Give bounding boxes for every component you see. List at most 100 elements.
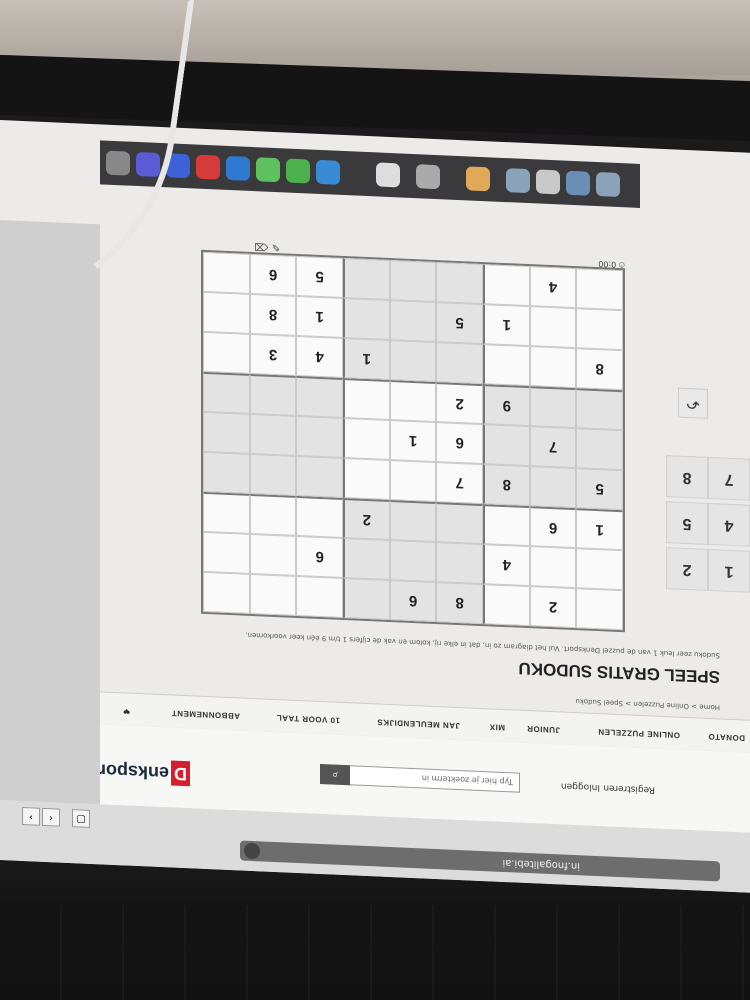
nav-item-mix[interactable]: MIX xyxy=(489,722,505,732)
sudoku-cell-r4c4[interactable]: 7 xyxy=(436,462,483,505)
sudoku-cell-r5c3[interactable] xyxy=(483,424,530,467)
key-2[interactable]: 2 xyxy=(666,547,708,591)
app-icon[interactable] xyxy=(566,170,590,196)
sudoku-cell-r4c3[interactable]: 8 xyxy=(483,464,530,507)
sudoku-cell-r6c5[interactable] xyxy=(389,380,437,423)
notes-icon[interactable] xyxy=(466,166,490,192)
sudoku-cell-r6c4[interactable]: 2 xyxy=(436,382,483,425)
heart-icon[interactable]: ❤ xyxy=(123,706,130,715)
sudoku-cell-r3c4[interactable] xyxy=(436,502,483,545)
sudoku-cell-r2c7[interactable]: 6 xyxy=(296,535,343,578)
sudoku-cell-r3c7[interactable] xyxy=(296,495,343,538)
sudoku-cell-r7c1[interactable]: 8 xyxy=(576,348,623,391)
sudoku-cell-r6c3[interactable]: 9 xyxy=(483,384,530,427)
sudoku-cell-r9c8[interactable]: 6 xyxy=(249,253,297,296)
nav-item-10-voor-taal[interactable]: 10 VOOR TAAL xyxy=(276,713,340,725)
sudoku-cell-r4c5[interactable] xyxy=(389,460,437,503)
sudoku-cell-r5c1[interactable] xyxy=(576,428,623,471)
sudoku-cell-r8c5[interactable] xyxy=(389,300,437,343)
folder-icon[interactable] xyxy=(596,172,620,198)
sudoku-cell-r6c9[interactable] xyxy=(203,371,250,414)
sudoku-cell-r7c2[interactable] xyxy=(529,346,577,389)
messages-icon[interactable] xyxy=(286,158,310,184)
sudoku-cell-r5c7[interactable] xyxy=(296,415,343,458)
sudoku-cell-r8c8[interactable]: 8 xyxy=(249,293,297,336)
sudoku-cell-r8c7[interactable]: 1 xyxy=(296,295,343,338)
sudoku-cell-r3c2[interactable]: 6 xyxy=(529,506,577,549)
sudoku-cell-r2c9[interactable] xyxy=(203,531,250,574)
sudoku-cell-r3c3[interactable] xyxy=(483,504,530,547)
sudoku-cell-r6c1[interactable] xyxy=(576,388,623,431)
denksport-logo[interactable]: Denksport xyxy=(93,757,190,787)
sidebar-button[interactable]: ▢ xyxy=(72,809,90,828)
sudoku-cell-r8c1[interactable] xyxy=(576,308,623,351)
sudoku-cell-r5c6[interactable] xyxy=(343,417,390,461)
sudoku-cell-r7c4[interactable] xyxy=(436,342,483,385)
sudoku-cell-r7c5[interactable] xyxy=(389,340,437,383)
sudoku-cell-r8c6[interactable] xyxy=(343,297,390,341)
sudoku-cell-r8c2[interactable] xyxy=(529,306,577,349)
sudoku-cell-r5c5[interactable]: 1 xyxy=(389,420,437,463)
sudoku-cell-r9c4[interactable] xyxy=(436,262,483,305)
back-button[interactable]: ‹ xyxy=(42,807,60,827)
sudoku-cell-r7c7[interactable]: 4 xyxy=(296,335,343,378)
login-link[interactable]: Inloggen xyxy=(561,780,600,792)
undo-button[interactable]: ↶ xyxy=(678,387,708,419)
nav-item-abonnement[interactable]: ABBONNEMENT xyxy=(171,708,240,720)
facetime-icon[interactable] xyxy=(256,157,280,183)
key-5[interactable]: 5 xyxy=(666,501,708,545)
eraser-icon[interactable]: ⌫ xyxy=(254,240,268,252)
sudoku-cell-r4c6[interactable] xyxy=(343,457,390,501)
search-input[interactable]: Typ hier je zoekterm in xyxy=(320,763,520,793)
sudoku-cell-r9c9[interactable] xyxy=(203,251,250,294)
sudoku-cell-r8c9[interactable] xyxy=(203,291,250,334)
sudoku-cell-r7c9[interactable] xyxy=(203,331,250,374)
sudoku-cell-r4c1[interactable]: 5 xyxy=(576,468,623,511)
sudoku-cell-r7c6[interactable]: 1 xyxy=(343,337,390,381)
sudoku-cell-r2c3[interactable]: 4 xyxy=(483,544,530,587)
sudoku-cell-r8c4[interactable]: 5 xyxy=(436,302,483,345)
nav-item-online-puzzelen[interactable]: ONLINE PUZZELEN xyxy=(598,727,680,740)
sudoku-cell-r3c6[interactable]: 2 xyxy=(343,497,390,541)
sudoku-cell-r1c9[interactable] xyxy=(203,571,250,614)
sudoku-cell-r3c1[interactable]: 1 xyxy=(576,508,623,551)
sudoku-cell-r9c2[interactable]: 4 xyxy=(529,266,577,309)
music-icon[interactable] xyxy=(196,154,220,180)
sudoku-cell-r1c5[interactable]: 6 xyxy=(389,580,437,623)
search-button[interactable]: ⌕ xyxy=(320,763,350,786)
sudoku-cell-r2c6[interactable] xyxy=(343,537,390,581)
register-link[interactable]: Registreren xyxy=(603,782,655,794)
sudoku-cell-r1c2[interactable]: 2 xyxy=(529,586,577,629)
sudoku-cell-r9c7[interactable]: 5 xyxy=(296,255,343,298)
settings-icon[interactable] xyxy=(416,164,440,190)
sudoku-cell-r7c8[interactable]: 3 xyxy=(249,333,297,376)
key-1[interactable]: 1 xyxy=(708,548,750,593)
nav-item-junior[interactable]: JUNIOR xyxy=(527,724,560,734)
sudoku-cell-r2c8[interactable] xyxy=(249,533,297,576)
sudoku-cell-r8c3[interactable]: 1 xyxy=(483,304,530,347)
sudoku-cell-r4c8[interactable] xyxy=(249,453,297,496)
sudoku-cell-r7c3[interactable] xyxy=(483,344,530,387)
sudoku-cell-r6c6[interactable] xyxy=(343,377,390,421)
sudoku-cell-r1c3[interactable] xyxy=(483,584,530,627)
sudoku-cell-r9c1[interactable] xyxy=(576,268,623,311)
sudoku-cell-r1c7[interactable] xyxy=(296,575,343,618)
sudoku-cell-r5c9[interactable] xyxy=(203,411,250,454)
appstore-icon[interactable] xyxy=(316,159,340,185)
key-7[interactable]: 7 xyxy=(708,456,750,501)
sudoku-cell-r6c2[interactable] xyxy=(529,386,577,429)
forward-button[interactable]: › xyxy=(22,806,40,826)
sudoku-cell-r9c6[interactable] xyxy=(343,257,390,301)
sudoku-cell-r6c7[interactable] xyxy=(296,375,343,418)
sudoku-cell-r1c6[interactable] xyxy=(343,577,390,621)
sudoku-cell-r1c4[interactable]: 8 xyxy=(436,582,483,625)
sudoku-cell-r2c2[interactable] xyxy=(529,546,577,589)
sudoku-cell-r4c7[interactable] xyxy=(296,455,343,498)
sudoku-cell-r9c3[interactable] xyxy=(483,264,530,307)
sudoku-cell-r1c1[interactable] xyxy=(576,588,623,631)
key-4[interactable]: 4 xyxy=(708,502,750,547)
sudoku-cell-r5c8[interactable] xyxy=(249,413,297,456)
sudoku-cell-r9c5[interactable] xyxy=(389,260,437,303)
nav-item-jan-meulendijks[interactable]: JAN MEULENDIJKS xyxy=(377,717,460,730)
doc-icon[interactable] xyxy=(536,169,560,195)
